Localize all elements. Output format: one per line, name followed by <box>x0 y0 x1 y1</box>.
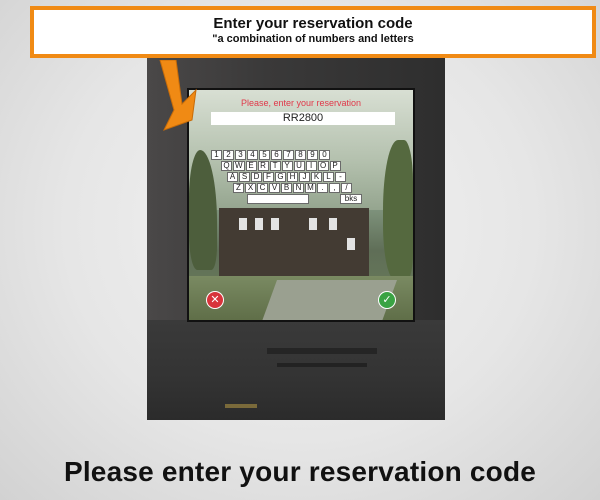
key[interactable]: M <box>305 183 316 193</box>
building-window <box>309 218 317 230</box>
key[interactable]: G <box>275 172 286 182</box>
key[interactable]: U <box>293 161 305 171</box>
reservation-prompt: Please, enter your reservation <box>240 98 362 108</box>
banner-title: Enter your reservation code <box>213 15 413 32</box>
key[interactable]: Y <box>281 161 293 171</box>
key[interactable]: L <box>323 172 334 182</box>
key[interactable]: J <box>299 172 310 182</box>
key[interactable]: F <box>263 172 274 182</box>
key[interactable]: O <box>317 161 329 171</box>
building-window <box>255 218 263 230</box>
key[interactable]: 7 <box>283 150 294 160</box>
space-key[interactable] <box>247 194 309 204</box>
keyboard-row-zxcv: Z X C V B N M . , / <box>233 183 353 193</box>
key[interactable]: W <box>233 161 245 171</box>
keyboard-row-qwerty: Q W E R T Y U I O P <box>221 161 342 171</box>
building-window <box>329 218 337 230</box>
background-path <box>260 280 398 320</box>
key[interactable]: D <box>251 172 262 182</box>
key[interactable]: X <box>245 183 256 193</box>
building-window <box>347 238 355 250</box>
key[interactable]: A <box>227 172 238 182</box>
background-building <box>219 208 369 278</box>
key[interactable]: 0 <box>319 150 330 160</box>
key[interactable]: 9 <box>307 150 318 160</box>
page-title: Please enter your reservation code <box>63 456 537 487</box>
key[interactable]: C <box>257 183 268 193</box>
key[interactable]: V <box>269 183 280 193</box>
key[interactable]: - <box>335 172 346 182</box>
backspace-key[interactable]: bks <box>340 194 362 204</box>
key[interactable]: 2 <box>223 150 234 160</box>
key[interactable]: H <box>287 172 298 182</box>
key[interactable]: , <box>329 183 340 193</box>
key[interactable]: P <box>329 161 341 171</box>
keyboard-row-space: bks <box>247 194 363 204</box>
receipt-slot <box>277 363 367 367</box>
instruction-banner: Enter your reservation code "a combinati… <box>30 6 596 58</box>
key[interactable]: Q <box>221 161 232 171</box>
key[interactable]: / <box>341 183 352 193</box>
reservation-code-input[interactable]: RR2800 <box>211 112 395 125</box>
key[interactable]: 1 <box>211 150 222 160</box>
cancel-button[interactable]: ✕ <box>207 292 223 308</box>
key[interactable]: . <box>317 183 328 193</box>
keyboard-row-digits: 1 2 3 4 5 6 7 8 9 0 <box>211 150 331 160</box>
kiosk-lower-panel <box>147 320 445 420</box>
card-slot <box>267 348 377 354</box>
ticket-slot <box>225 404 257 408</box>
building-window <box>271 218 279 230</box>
key[interactable]: Z <box>233 183 244 193</box>
check-icon: ✓ <box>382 293 392 306</box>
key[interactable]: 5 <box>259 150 270 160</box>
key[interactable]: T <box>269 161 281 171</box>
building-window <box>239 218 247 230</box>
background-trees-right <box>383 140 413 280</box>
key[interactable]: I <box>305 161 317 171</box>
keyboard-row-asdf: A S D F G H J K L - <box>227 172 347 182</box>
x-icon: ✕ <box>210 293 220 306</box>
key[interactable]: S <box>239 172 250 182</box>
key[interactable]: 6 <box>271 150 282 160</box>
key[interactable]: K <box>311 172 322 182</box>
key[interactable]: B <box>281 183 292 193</box>
key[interactable]: 3 <box>235 150 246 160</box>
banner-subtitle: "a combination of numbers and letters <box>212 33 414 45</box>
key[interactable]: N <box>293 183 304 193</box>
key[interactable]: 4 <box>247 150 258 160</box>
key[interactable]: 8 <box>295 150 306 160</box>
key[interactable]: E <box>245 161 257 171</box>
key[interactable]: R <box>257 161 269 171</box>
arrow-pointer-icon <box>159 60 197 131</box>
confirm-button[interactable]: ✓ <box>379 292 395 308</box>
